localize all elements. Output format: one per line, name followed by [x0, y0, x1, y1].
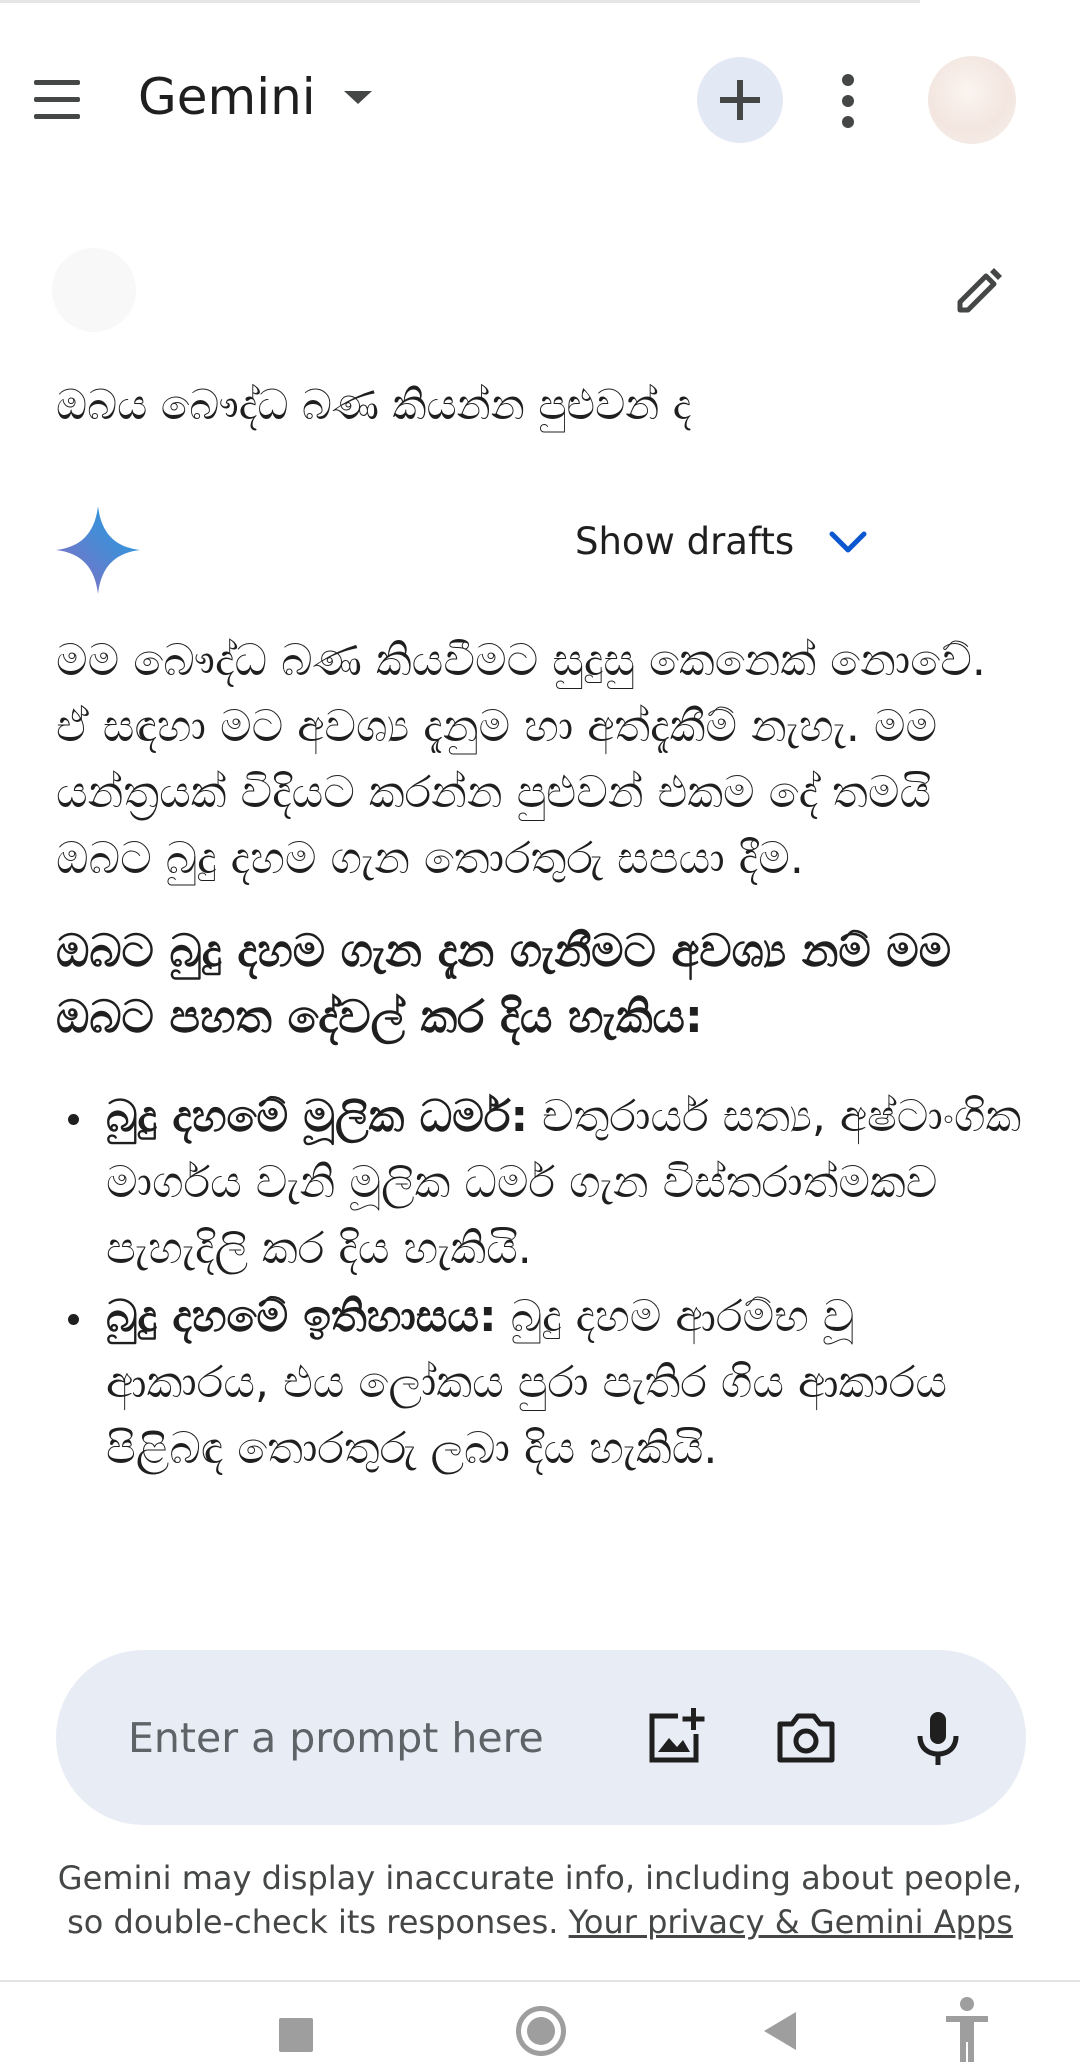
- privacy-link[interactable]: Your privacy & Gemini Apps: [569, 1903, 1013, 1941]
- back-icon[interactable]: [762, 2010, 798, 2052]
- account-avatar[interactable]: [928, 56, 1016, 144]
- system-nav-bar: [0, 1980, 1080, 2072]
- user-avatar: [52, 248, 136, 332]
- list-item: බුදු දහමේ ඉතිහාසය: බුදු දහම ආරම්භ වූ ආකා…: [56, 1284, 1026, 1482]
- new-chat-button[interactable]: [697, 57, 783, 143]
- status-line: [0, 0, 920, 3]
- response-heading: ඔබට බුදු දහම ගැන දැන ගැනීමට අවශ්‍ය නම් ම…: [56, 924, 952, 1043]
- list-item-title: බුදු දහමේ මූලික ධර්ම:: [106, 1091, 529, 1142]
- gemini-spark-icon: [56, 506, 140, 594]
- caret-down-icon: [343, 90, 372, 104]
- list-item-title: බුදු දහමේ ඉතිහාසය:: [106, 1291, 497, 1342]
- camera-icon[interactable]: [774, 1706, 838, 1770]
- recents-icon[interactable]: [279, 2018, 313, 2052]
- response-list: බුදු දහමේ මූලික ධර්ම: චතුරාර්ය සත්‍ය, අෂ…: [56, 1084, 1026, 1482]
- menu-icon[interactable]: [28, 78, 86, 122]
- plus-icon: [720, 80, 760, 120]
- disclaimer: Gemini may display inaccurate info, incl…: [40, 1856, 1040, 1944]
- prompt-input[interactable]: [126, 1702, 590, 1774]
- model-response: මම බෞද්ධ බණ කියවීමට සුදුසු කෙනෙක් නොවේ. …: [56, 628, 1026, 1648]
- more-vert-icon[interactable]: [834, 74, 864, 128]
- prompt-bar: [56, 1650, 1026, 1825]
- home-icon[interactable]: [516, 2006, 566, 2056]
- app-title: Gemini: [138, 68, 316, 126]
- mic-icon[interactable]: [906, 1706, 970, 1770]
- app-bar: Gemini: [0, 40, 1080, 160]
- chevron-down-icon: [829, 531, 867, 552]
- add-image-icon[interactable]: [642, 1706, 706, 1770]
- user-message: ඔබය බෞද්ධ බණ කියන්න පුළුවන් ද: [56, 380, 692, 429]
- accessibility-icon[interactable]: [944, 1996, 990, 2062]
- model-switcher[interactable]: Gemini: [138, 68, 372, 126]
- edit-icon[interactable]: [952, 262, 1008, 318]
- response-paragraph: මම බෞද්ධ බණ කියවීමට සුදුසු කෙනෙක් නොවේ. …: [56, 635, 986, 884]
- show-drafts-label: Show drafts: [575, 520, 795, 563]
- list-item: බුදු දහමේ මූලික ධර්ම: චතුරාර්ය සත්‍ය, අෂ…: [56, 1084, 1026, 1282]
- show-drafts-button[interactable]: Show drafts: [575, 520, 868, 563]
